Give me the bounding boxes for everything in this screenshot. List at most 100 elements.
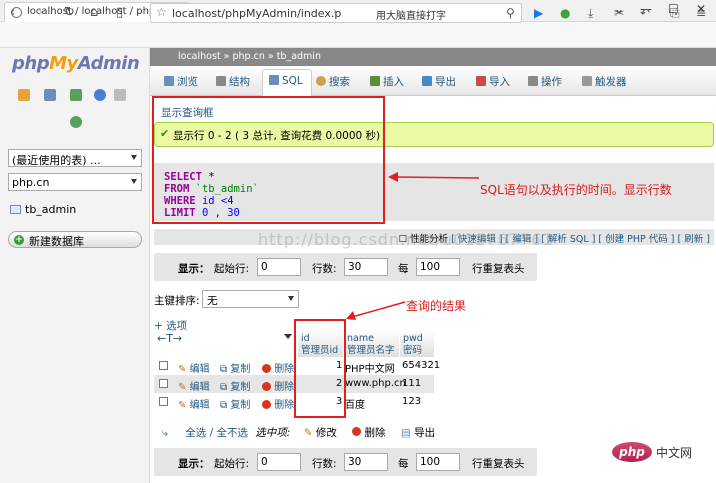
delete-button[interactable]: 删除 [262,360,294,375]
bulk-delete-button[interactable]: 删除 [352,427,386,439]
table-icon [10,205,21,214]
database-select[interactable]: php.cn [8,173,142,191]
copy-button[interactable]: ⧉ 复制 [220,360,250,375]
start-row-input[interactable]: 0 [257,453,301,471]
reader-icon[interactable]: ▯ [116,5,123,20]
column-header-pwd-bottom: 密码 [403,345,423,356]
chevron-down-icon[interactable] [284,334,292,339]
home-icon[interactable] [18,89,30,101]
home-icon[interactable]: ⌂ [90,5,98,20]
undo-icon[interactable]: ↶ [640,6,650,20]
breadcrumb[interactable]: localhost » php.cn » tb_admin [150,48,716,66]
tab-insert[interactable]: 插入 [370,74,404,89]
tab-search[interactable]: 搜索 [316,74,350,89]
copy-button[interactable]: ⧉ 复制 [220,378,250,393]
search-suggestion[interactable]: 用大脑直接打字 [376,7,446,22]
phpmyadmin-logo[interactable]: phpMyAdmin [12,53,140,74]
cut-icon[interactable]: ✂ [614,6,624,20]
options-link[interactable]: + 选项 [154,318,187,333]
tab-import[interactable]: 导入 [476,74,510,89]
docs-icon[interactable] [114,89,126,101]
copy-button[interactable]: ⧉ 复制 [220,396,250,411]
edit-button[interactable]: ✎ 编辑 [178,360,210,375]
extension-icon[interactable]: ● [560,6,570,20]
cell-name[interactable]: www.php.cn [345,378,406,389]
delete-button[interactable]: 删除 [262,396,294,411]
copy-label: 复制 [230,400,251,411]
tab-search-label: 搜索 [329,76,350,88]
rows-label: 行数: [312,263,337,275]
repeat-header-input[interactable]: 100 [416,258,460,276]
chevron-down-icon [131,179,137,184]
chevron-down-icon [288,296,294,301]
tab-browse[interactable]: 浏览 [164,74,198,89]
play-icon[interactable]: ▶ [534,6,543,20]
new-database-button[interactable]: + 新建数据库 [8,231,142,248]
recent-tables-select[interactable]: (最近使用的表) ... [8,149,142,167]
column-header-pwd-top: pwd [403,333,423,344]
row-checkbox[interactable] [159,379,168,388]
cell-pwd[interactable]: 111 [402,378,421,389]
bulk-delete-label: 删除 [364,427,386,439]
per-label: 每 [398,458,409,470]
refresh-icon[interactable] [70,116,82,128]
forward-icon[interactable]: › [38,5,43,20]
chevron-down-icon [131,155,137,160]
tab-triggers[interactable]: 触发器 [582,74,627,89]
exit-icon[interactable] [70,89,82,101]
bulk-modify-button[interactable]: ✎ 修改 [304,427,337,439]
select-all-link[interactable]: 全选 / 全不选 [185,427,248,439]
url-arrow-icon[interactable]: › [333,6,337,17]
delete-button[interactable]: 删除 [262,378,294,393]
browse-icon [164,76,174,86]
delete-icon [262,400,271,409]
tab-import-label: 导入 [489,76,510,88]
cell-name[interactable]: PHP中文网 [345,360,395,375]
help-icon[interactable] [94,89,106,101]
edit-button[interactable]: ✎ 编辑 [178,378,210,393]
repeat-header-input[interactable]: 100 [416,453,460,471]
start-row-input[interactable]: 0 [257,258,301,276]
column-header-name-bottom: 管理员名字 [347,345,395,356]
download-icon[interactable]: ⤓ [588,6,593,21]
delete-label: 删除 [274,382,295,393]
cell-pwd[interactable]: 123 [402,396,421,407]
column-header-pwd[interactable]: pwd 密码 [399,330,434,358]
sort-select[interactable]: 无 [202,290,299,308]
edit-button[interactable]: ✎ 编辑 [178,396,210,411]
tab-structure[interactable]: 结构 [216,74,250,89]
sql-icon [269,75,279,85]
annotation-sql-note: SQL语句以及执行的时间。显示行数 [480,183,672,197]
row-checkbox[interactable] [159,397,168,406]
tab-export[interactable]: 导出 [422,74,456,89]
logo-php: php [12,53,50,74]
highlight-box-sql [152,96,385,224]
insert-icon [370,76,380,86]
rows-input[interactable]: 30 [344,453,388,471]
column-header-name[interactable]: name 管理员名字 [343,330,399,358]
pencil-icon: ✎ [178,400,187,411]
cell-name[interactable]: 百度 [345,396,365,411]
bookmark-star-icon[interactable]: ☆ [156,5,167,19]
row-checkbox[interactable] [159,361,168,370]
tab-sql[interactable]: SQL [262,69,312,96]
column-header-name-top: name [347,333,374,344]
rows-input[interactable]: 30 [344,258,388,276]
back-icon[interactable]: ‹ [10,5,15,20]
bulk-export-label: 导出 [414,427,436,439]
menu-icon[interactable]: ≡ [696,6,706,20]
select-arrow-icon: ⤷ [162,427,168,439]
sql-icon[interactable] [44,89,56,101]
bulk-export-button[interactable]: ▤ 导出 [401,427,435,439]
annotation-arrow [346,301,406,320]
pencil-icon: ✎ [303,427,313,439]
reload-icon[interactable]: ↻ [64,5,75,20]
column-arrows[interactable]: ←T→ [157,332,182,345]
tab-operations[interactable]: 操作 [528,74,562,89]
search-icon[interactable]: ⚲ [506,6,515,20]
share-icon[interactable]: ⎘ [670,6,680,21]
per-label: 每 [398,263,409,275]
table-item[interactable]: tb_admin [10,203,76,216]
cell-pwd[interactable]: 654321 [402,360,440,371]
import-icon [476,76,486,86]
